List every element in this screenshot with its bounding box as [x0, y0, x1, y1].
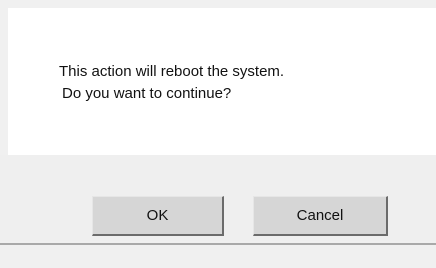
dialog-bottom-band — [0, 241, 436, 268]
dialog-bottom-divider — [0, 243, 436, 245]
ok-button[interactable]: OK — [92, 196, 224, 236]
dialog-button-bar: OK Cancel — [0, 155, 436, 241]
confirmation-dialog: This action will reboot the system. Do y… — [0, 0, 436, 268]
cancel-button[interactable]: Cancel — [253, 196, 388, 236]
message-line-reboot-warning: This action will reboot the system. — [59, 63, 285, 80]
message-line-continue-question: Do you want to continue? — [62, 85, 232, 102]
dialog-message: This action will reboot the system. Do y… — [59, 61, 419, 105]
dialog-message-area: This action will reboot the system. Do y… — [8, 8, 436, 155]
